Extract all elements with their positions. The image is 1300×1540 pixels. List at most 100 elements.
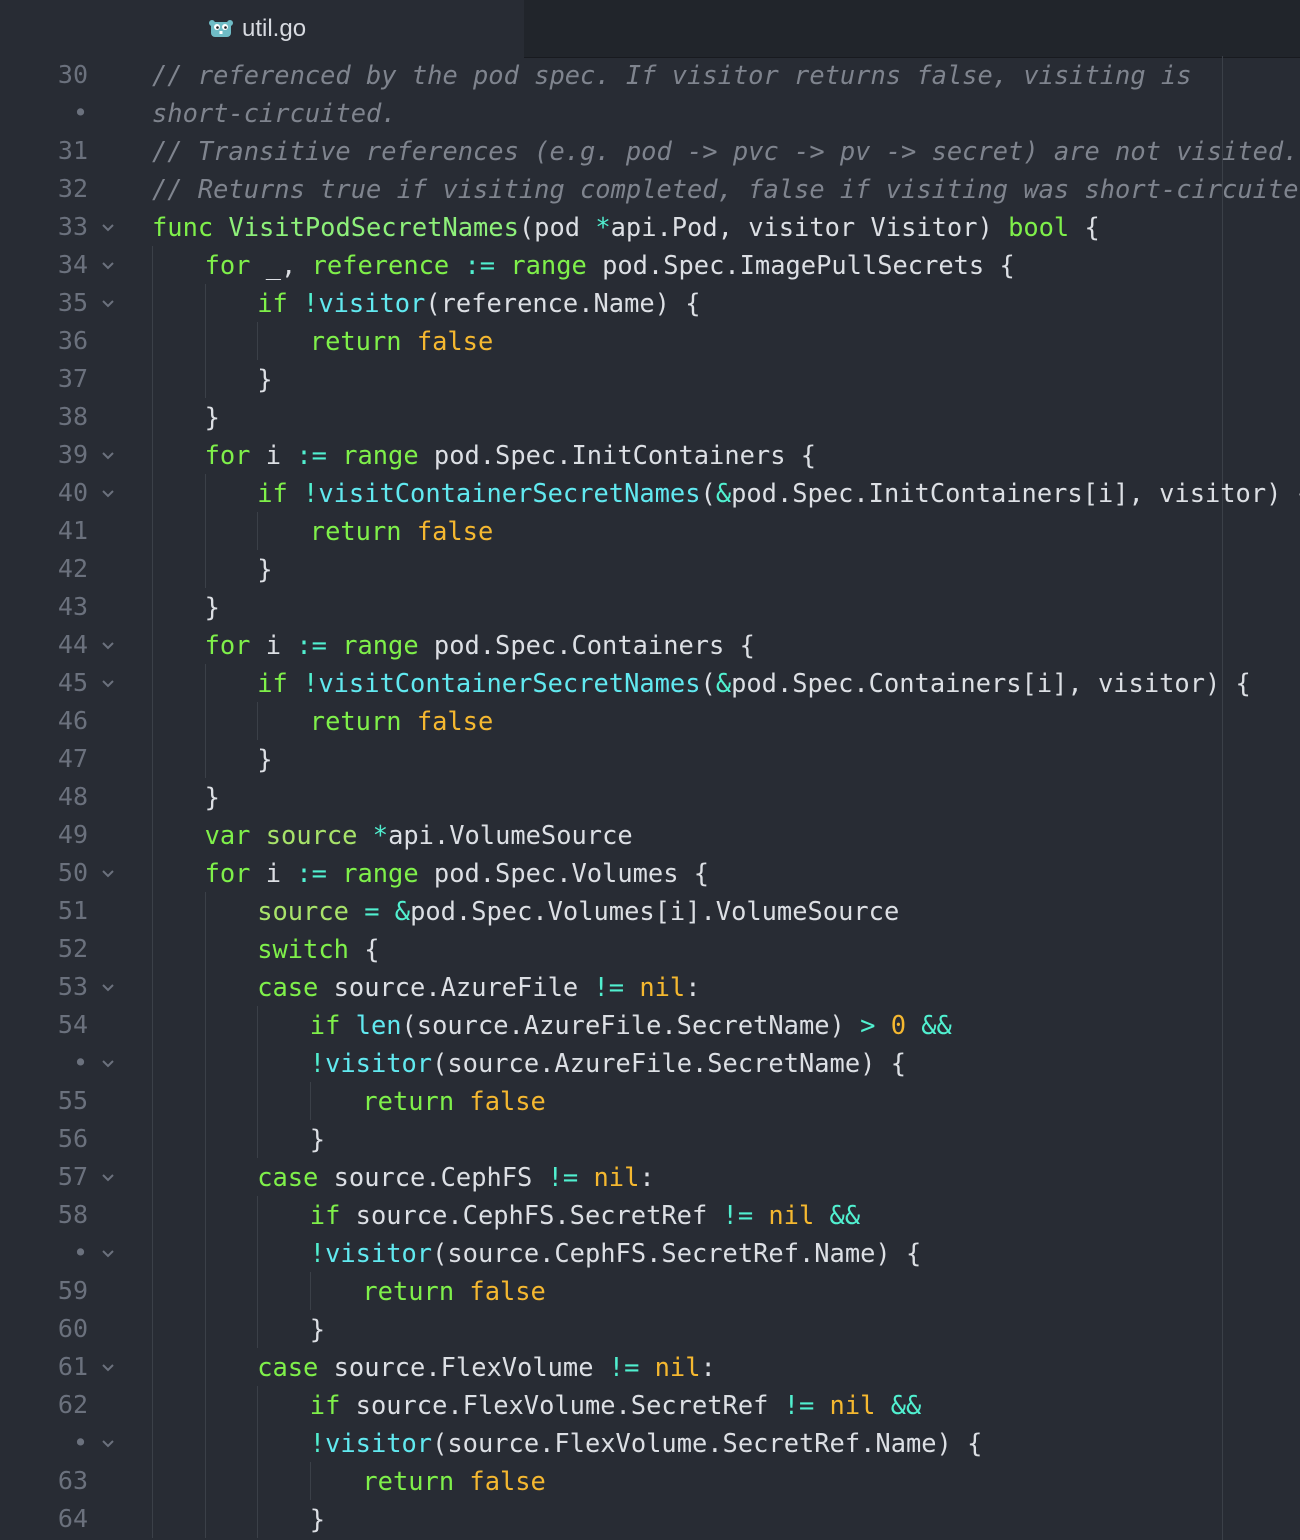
- code-line[interactable]: • short-circuited.: [0, 94, 1300, 132]
- code-text[interactable]: source = &pod.Spec.Volumes[i].VolumeSour…: [257, 892, 899, 930]
- code-line[interactable]: 62 if source.FlexVolume.SecretRef != nil …: [0, 1386, 1300, 1424]
- code-text[interactable]: return false: [310, 512, 493, 550]
- code-text[interactable]: }: [205, 398, 220, 436]
- code-line[interactable]: 58 if source.CephFS.SecretRef != nil &&: [0, 1196, 1300, 1234]
- line-number[interactable]: 58: [0, 1196, 88, 1234]
- line-number[interactable]: 47: [0, 740, 88, 778]
- code-line[interactable]: 35 if !visitor(reference.Name) {: [0, 284, 1300, 322]
- code-text[interactable]: if !visitContainerSecretNames(&pod.Spec.…: [257, 664, 1251, 702]
- code-line[interactable]: 43}: [0, 588, 1300, 626]
- code-text[interactable]: for i := range pod.Spec.InitContainers {: [205, 436, 816, 474]
- code-text[interactable]: var source *api.VolumeSource: [205, 816, 633, 854]
- code-text[interactable]: return false: [362, 1462, 545, 1500]
- fold-chevron-icon[interactable]: [100, 436, 116, 474]
- code-text[interactable]: // Transitive references (e.g. pod -> pv…: [152, 132, 1298, 170]
- code-text[interactable]: }: [310, 1500, 325, 1538]
- fold-chevron-icon[interactable]: [100, 626, 116, 664]
- code-line[interactable]: 49 var source *api.VolumeSource: [0, 816, 1300, 854]
- line-number[interactable]: 38: [0, 398, 88, 436]
- line-number[interactable]: 42: [0, 550, 88, 588]
- line-number[interactable]: 51: [0, 892, 88, 930]
- code-line[interactable]: 53 case source.AzureFile != nil:: [0, 968, 1300, 1006]
- code-text[interactable]: }: [257, 360, 272, 398]
- code-line[interactable]: 59 return false: [0, 1272, 1300, 1310]
- line-number[interactable]: 40: [0, 474, 88, 512]
- code-text[interactable]: if !visitContainerSecretNames(&pod.Spec.…: [257, 474, 1300, 512]
- code-text[interactable]: }: [257, 550, 272, 588]
- code-line[interactable]: 57 case source.CephFS != nil:: [0, 1158, 1300, 1196]
- line-number[interactable]: 44: [0, 626, 88, 664]
- code-line[interactable]: 60}: [0, 1310, 1300, 1348]
- code-text[interactable]: short-circuited.: [152, 94, 397, 132]
- code-text[interactable]: return false: [310, 702, 493, 740]
- code-line[interactable]: 37}: [0, 360, 1300, 398]
- code-line[interactable]: 41 return false: [0, 512, 1300, 550]
- code-line[interactable]: • !visitor(source.CephFS.SecretRef.Name) …: [0, 1234, 1300, 1272]
- code-editor[interactable]: 30 // referenced by the pod spec. If visi…: [0, 56, 1300, 1540]
- code-text[interactable]: // Returns true if visiting completed, f…: [152, 170, 1300, 208]
- code-line[interactable]: 39 for i := range pod.Spec.InitContainers…: [0, 436, 1300, 474]
- line-number[interactable]: 56: [0, 1120, 88, 1158]
- code-text[interactable]: for _, reference := range pod.Spec.Image…: [205, 246, 1015, 284]
- code-line[interactable]: 36 return false: [0, 322, 1300, 360]
- line-number[interactable]: 36: [0, 322, 88, 360]
- code-line[interactable]: 54 if len(source.AzureFile.SecretName) > …: [0, 1006, 1300, 1044]
- fold-chevron-icon[interactable]: [100, 474, 116, 512]
- line-number[interactable]: 43: [0, 588, 88, 626]
- line-number[interactable]: 53: [0, 968, 88, 1006]
- code-line[interactable]: 61 case source.FlexVolume != nil:: [0, 1348, 1300, 1386]
- line-number[interactable]: •: [0, 1044, 88, 1082]
- code-line[interactable]: 40 if !visitContainerSecretNames(&pod.Spe…: [0, 474, 1300, 512]
- code-line[interactable]: 47}: [0, 740, 1300, 778]
- code-text[interactable]: }: [310, 1120, 325, 1158]
- fold-chevron-icon[interactable]: [100, 1348, 116, 1386]
- code-text[interactable]: for i := range pod.Spec.Volumes {: [205, 854, 709, 892]
- code-text[interactable]: return false: [310, 322, 493, 360]
- code-line[interactable]: 45 if !visitContainerSecretNames(&pod.Spe…: [0, 664, 1300, 702]
- code-text[interactable]: !visitor(source.CephFS.SecretRef.Name) {: [310, 1234, 921, 1272]
- line-number[interactable]: 60: [0, 1310, 88, 1348]
- fold-chevron-icon[interactable]: [100, 968, 116, 1006]
- line-number[interactable]: 52: [0, 930, 88, 968]
- code-line[interactable]: 63 return false: [0, 1462, 1300, 1500]
- code-line[interactable]: 50 for i := range pod.Spec.Volumes {: [0, 854, 1300, 892]
- line-number[interactable]: 64: [0, 1500, 88, 1538]
- code-text[interactable]: }: [257, 740, 272, 778]
- code-text[interactable]: switch {: [257, 930, 379, 968]
- code-line[interactable]: 44 for i := range pod.Spec.Containers {: [0, 626, 1300, 664]
- code-line[interactable]: 32 // Returns true if visiting completed,…: [0, 170, 1300, 208]
- code-line[interactable]: 51 source = &pod.Spec.Volumes[i].VolumeSo…: [0, 892, 1300, 930]
- line-number[interactable]: 49: [0, 816, 88, 854]
- code-line[interactable]: 33 func VisitPodSecretNames(pod *api.Pod,…: [0, 208, 1300, 246]
- line-number[interactable]: 54: [0, 1006, 88, 1044]
- line-number[interactable]: 39: [0, 436, 88, 474]
- code-line[interactable]: • !visitor(source.AzureFile.SecretName) {: [0, 1044, 1300, 1082]
- line-number[interactable]: 37: [0, 360, 88, 398]
- line-number[interactable]: 46: [0, 702, 88, 740]
- line-number[interactable]: 48: [0, 778, 88, 816]
- code-line[interactable]: 55 return false: [0, 1082, 1300, 1120]
- line-number[interactable]: 31: [0, 132, 88, 170]
- code-line[interactable]: 48}: [0, 778, 1300, 816]
- fold-chevron-icon[interactable]: [100, 246, 116, 284]
- code-text[interactable]: if source.CephFS.SecretRef != nil &&: [310, 1196, 860, 1234]
- code-text[interactable]: func VisitPodSecretNames(pod *api.Pod, v…: [152, 208, 1100, 246]
- code-text[interactable]: for i := range pod.Spec.Containers {: [205, 626, 755, 664]
- line-number[interactable]: •: [0, 94, 88, 132]
- line-number[interactable]: 32: [0, 170, 88, 208]
- code-line[interactable]: 42}: [0, 550, 1300, 588]
- code-line[interactable]: 46 return false: [0, 702, 1300, 740]
- fold-chevron-icon[interactable]: [100, 208, 116, 246]
- line-number[interactable]: 45: [0, 664, 88, 702]
- line-number[interactable]: 63: [0, 1462, 88, 1500]
- tab-util-go[interactable]: util.go: [0, 0, 524, 58]
- line-number[interactable]: 34: [0, 246, 88, 284]
- line-number[interactable]: 50: [0, 854, 88, 892]
- line-number[interactable]: •: [0, 1234, 88, 1272]
- code-line[interactable]: 56}: [0, 1120, 1300, 1158]
- line-number[interactable]: 55: [0, 1082, 88, 1120]
- fold-chevron-icon[interactable]: [100, 284, 116, 322]
- code-text[interactable]: case source.FlexVolume != nil:: [257, 1348, 716, 1386]
- code-line[interactable]: • !visitor(source.FlexVolume.SecretRef.Na…: [0, 1424, 1300, 1462]
- fold-chevron-icon[interactable]: [100, 1044, 116, 1082]
